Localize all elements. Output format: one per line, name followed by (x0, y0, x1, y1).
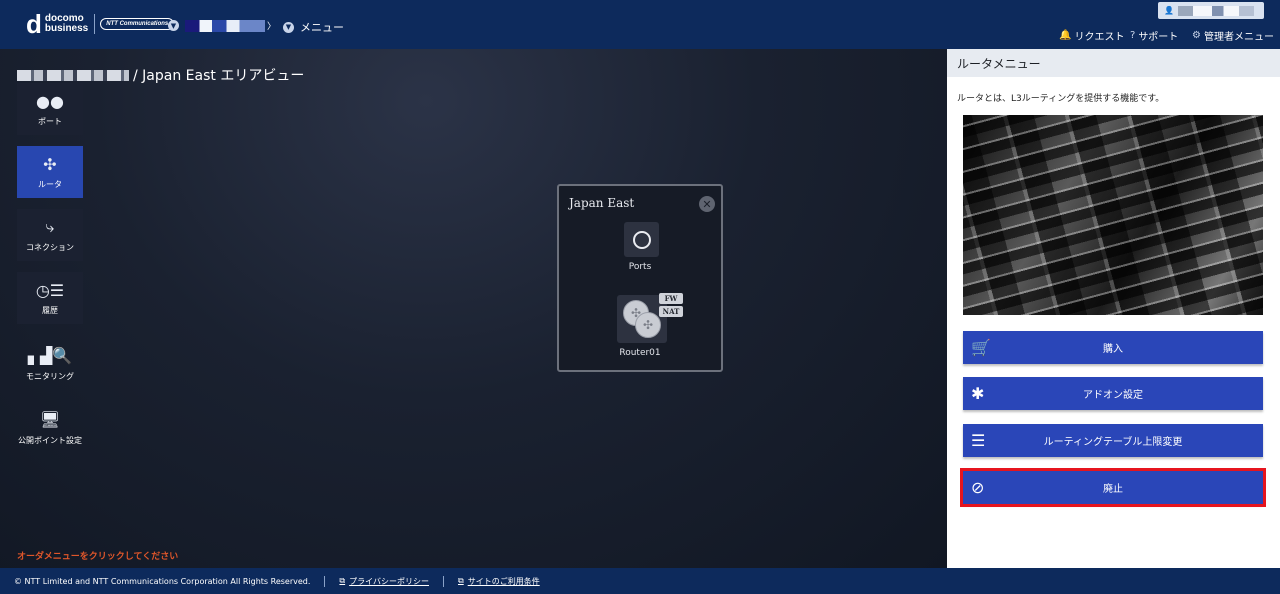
request-label: リクエスト (1074, 32, 1125, 43)
sliders-icon: ☰ (971, 431, 986, 450)
chevron-down-icon: ▼ (283, 21, 294, 33)
order-menu-hint: オーダメニューをクリックしてください (17, 552, 179, 562)
footer-divider (442, 575, 444, 587)
panel-description: ルータとは、L3ルーティングを提供する機能です。 (957, 94, 1165, 104)
admin-menu-label: 管理者メニュー (1203, 32, 1274, 43)
port-icon: ●● (36, 91, 64, 111)
top-header: d docomo business NTT Communications ▼ 〉… (0, 0, 1280, 49)
sidebar-item-connection[interactable]: ⤷ コネクション (17, 209, 83, 261)
region-popup: Japan East ✕ Ports ✣ ✣ FW NAT Router01 (557, 184, 723, 372)
page-title: / Japan East エリアビュー (17, 65, 304, 85)
sidebar-item-monitoring[interactable]: ▖▟🔍 モニタリング (10, 346, 90, 382)
area-view: / Japan East エリアビュー ●● ポート ✣ ルータ ⤷ コネクショ… (0, 49, 947, 568)
monitoring-icon: ▖▟🔍 (27, 346, 73, 365)
close-icon[interactable]: ✕ (699, 196, 715, 212)
ban-icon: ⊘ (971, 478, 985, 497)
page-title-text: / Japan East エリアビュー (133, 68, 305, 84)
popup-title: Japan East (569, 196, 635, 210)
chevron-down-icon: ▼ (168, 20, 179, 31)
support-link[interactable]: ? サポート (1130, 28, 1178, 43)
privacy-policy-link[interactable]: ⧉ プライバシーポリシー (339, 576, 429, 587)
sidebar-item-port[interactable]: ●● ポート (17, 83, 83, 135)
fw-badge: FW (659, 293, 683, 304)
router-label: Router01 (619, 348, 661, 358)
footer-divider (324, 575, 326, 587)
port-ring-icon (632, 230, 651, 249)
masked-tenant-name (185, 19, 265, 32)
router-icon: ✣ (43, 154, 57, 174)
request-link[interactable]: 🔔 リクエスト (1059, 28, 1124, 43)
public-point-icon: 🖥 (39, 410, 61, 429)
ports-label: Ports (628, 262, 652, 272)
brand-business: business (44, 23, 89, 34)
addon-settings-button[interactable]: ✱ アドオン設定 (963, 377, 1263, 410)
ntt-communications-logo: NTT Communications (100, 18, 175, 30)
docomo-business-logo[interactable]: d docomo business NTT Communications (26, 11, 175, 37)
sidebar-item-router[interactable]: ✣ ルータ (17, 146, 83, 198)
ports-node[interactable] (624, 222, 659, 257)
history-icon: ◷☰ (35, 280, 65, 300)
masked-user-name (1177, 5, 1254, 16)
chevron-right-icon: 〉 (267, 22, 277, 32)
purchase-button[interactable]: 🛒 購入 (963, 331, 1263, 364)
sidebar-item-history[interactable]: ◷☰ 履歴 (17, 272, 83, 324)
footer: © NTT Limited and NTT Communications Cor… (0, 568, 1280, 594)
gear-icon: ⚙ (1192, 30, 1201, 41)
terms-of-use-link[interactable]: ⧉ サイトのご利用条件 (458, 576, 540, 587)
breadcrumb-tenant[interactable]: ▼ 〉 (168, 19, 276, 32)
connection-icon: ⤷ (45, 217, 55, 236)
router-icon: ✣ (635, 312, 661, 338)
panel-title: ルータメニュー (947, 49, 1280, 77)
logo-divider (94, 14, 96, 34)
menu-label: メニュー (300, 21, 344, 34)
help-icon: ? (1130, 30, 1136, 41)
nat-badge: NAT (659, 306, 683, 317)
router-menu-panel: ルータメニュー ルータとは、L3ルーティングを提供する機能です。 🛒 購入 ✱ … (947, 49, 1280, 568)
external-link-icon: ⧉ (339, 576, 346, 585)
abolish-button[interactable]: ⊘ 廃止 (960, 468, 1266, 507)
admin-menu-link[interactable]: ⚙ 管理者メニュー (1192, 28, 1274, 43)
sidebar-item-public-point[interactable]: 🖥 公開ポイント設定 (10, 410, 90, 446)
support-label: サポート (1138, 32, 1179, 43)
masked-title-prefix (17, 69, 129, 81)
puzzle-icon: ✱ (971, 384, 985, 403)
breadcrumb-menu[interactable]: ▼ メニュー (283, 19, 344, 35)
copyright: © NTT Limited and NTT Communications Cor… (14, 576, 311, 586)
server-rack-image (963, 115, 1263, 315)
user-account[interactable]: 👤 (1158, 2, 1264, 19)
routing-table-limit-button[interactable]: ☰ ルーティングテーブル上限変更 (963, 424, 1263, 457)
cart-icon: 🛒 (971, 338, 991, 357)
external-link-icon: ⧉ (457, 576, 464, 585)
bell-icon: 🔔 (1059, 30, 1072, 41)
user-icon: 👤 (1164, 6, 1174, 15)
